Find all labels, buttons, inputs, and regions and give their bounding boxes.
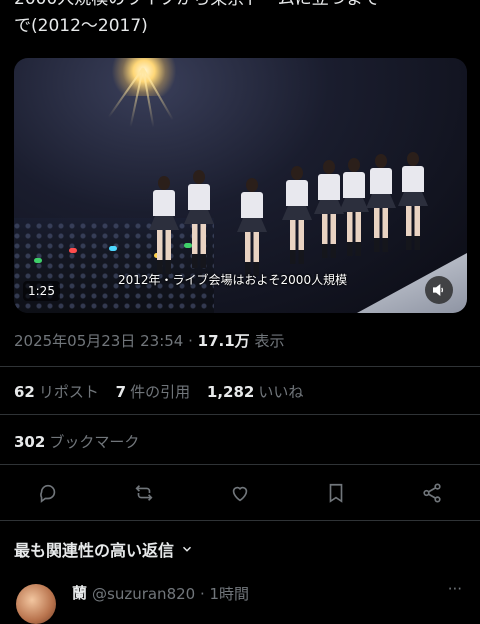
tweet-meta: 2025年05月23日 23:54 · 17.1万 表示 bbox=[14, 330, 284, 351]
like-icon bbox=[232, 486, 248, 502]
divider bbox=[0, 464, 480, 465]
bookmarks-stat[interactable]: 302 ブックマーク bbox=[14, 433, 139, 451]
bookmark-button[interactable] bbox=[321, 478, 351, 508]
likes-stat[interactable]: 1,282 いいね bbox=[207, 383, 303, 401]
views-count: 17.1万 bbox=[197, 332, 250, 350]
performer bbox=[149, 176, 179, 274]
reply-button[interactable] bbox=[33, 478, 63, 508]
repost-button[interactable] bbox=[129, 478, 159, 508]
more-options-button[interactable]: ··· bbox=[448, 580, 462, 598]
tweet-timestamp[interactable]: 2025年05月23日 23:54 · bbox=[14, 332, 198, 350]
engagement-stats: 62 リポスト 7 件の引用 1,282 いいね bbox=[14, 381, 315, 402]
reply-item[interactable]: 蘭 @suzuran820 · 1時間 ··· bbox=[0, 578, 480, 624]
reply-icon bbox=[40, 484, 56, 503]
bookmarks-row: 302 ブックマーク bbox=[14, 431, 151, 452]
divider bbox=[0, 414, 480, 415]
views-label: 表示 bbox=[249, 332, 285, 350]
replies-sort-selector[interactable]: 最も関連性の高い返信 bbox=[14, 537, 194, 561]
share-button[interactable] bbox=[417, 478, 447, 508]
like-button[interactable] bbox=[225, 478, 255, 508]
volume-button[interactable] bbox=[425, 276, 453, 304]
performer bbox=[184, 170, 214, 268]
tweet-text-line-1: 2000人規模のライブから東京ドームに立つまで bbox=[14, 0, 474, 13]
tweet-text-line-2: で(2012〜2017) bbox=[14, 16, 148, 36]
quotes-stat[interactable]: 7 件の引用 bbox=[116, 383, 190, 401]
avatar[interactable] bbox=[16, 584, 56, 624]
share-icon bbox=[423, 483, 441, 503]
video-caption: 2012年・ライブ会場はおよそ2000人規模 bbox=[118, 273, 348, 287]
video-duration: 1:25 bbox=[23, 281, 60, 301]
tweet-text: 2000人規模のライブから東京ドームに立つまで で(2012〜2017) bbox=[14, 0, 474, 40]
performer bbox=[282, 166, 312, 264]
divider bbox=[0, 366, 480, 367]
performer bbox=[398, 152, 428, 250]
divider bbox=[0, 520, 480, 521]
performer bbox=[366, 154, 396, 252]
replies-header-label: 最も関連性の高い返信 bbox=[14, 541, 175, 560]
performer bbox=[237, 178, 267, 276]
action-bar bbox=[0, 478, 480, 508]
performer bbox=[339, 158, 369, 256]
reposts-stat[interactable]: 62 リポスト bbox=[14, 383, 99, 401]
chevron-down-icon bbox=[183, 546, 192, 552]
reply-author-handle: @suzuran820 · 1時間 bbox=[92, 585, 250, 603]
repost-icon bbox=[135, 485, 153, 501]
bookmark-icon bbox=[329, 483, 343, 503]
video-player[interactable]: 2012年・ライブ会場はおよそ2000人規模 1:25 bbox=[14, 58, 467, 313]
volume-icon bbox=[433, 283, 444, 297]
